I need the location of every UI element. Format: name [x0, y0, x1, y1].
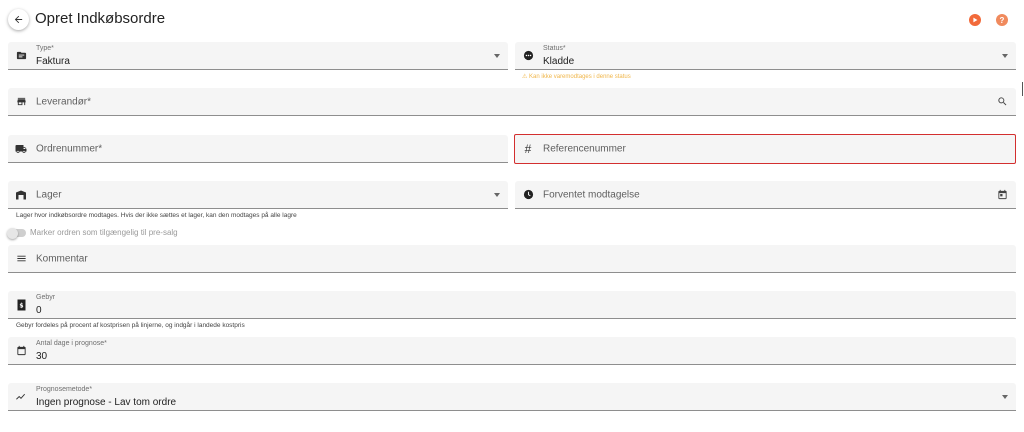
expected-receipt-field[interactable]: Forventet modtagelse — [515, 181, 1016, 209]
arrow-left-icon — [14, 15, 23, 24]
chevron-down-icon — [494, 53, 500, 58]
presale-toggle[interactable] — [7, 227, 26, 239]
warehouse-placeholder: Lager — [36, 189, 62, 200]
order-number-field[interactable]: Ordrenummer* — [8, 135, 508, 163]
dots-circle-icon — [522, 50, 534, 62]
supplier-placeholder: Leverandør* — [36, 96, 92, 107]
warehouse-icon — [15, 189, 27, 201]
calendar-icon — [15, 345, 27, 357]
warehouse-helper: Lager hvor indkøbsordre modtages. Hvis d… — [16, 212, 297, 219]
dollar-doc-icon: $ — [15, 299, 27, 311]
chevron-down-icon — [1002, 394, 1008, 399]
chevron-down-icon — [494, 192, 500, 197]
hash-glyph: # — [524, 142, 532, 156]
fee-label: Gebyr — [36, 294, 56, 301]
status-value: Kladde — [543, 56, 575, 67]
trend-icon — [15, 391, 27, 403]
supplier-field[interactable]: Leverandør* — [8, 88, 1016, 116]
truck-icon — [15, 143, 27, 155]
toggle-knob — [7, 227, 18, 239]
forecast-days-field[interactable]: Antal dage i prognose* 30 — [8, 337, 1016, 365]
status-label: Status* — [543, 45, 566, 52]
hash-icon: # — [522, 142, 534, 156]
fee-value: 0 — [36, 305, 42, 316]
help-icon[interactable]: ? — [996, 14, 1008, 26]
receipt-icon — [15, 50, 27, 62]
type-label: Type* — [36, 45, 54, 52]
warehouse-select[interactable]: Lager — [8, 181, 508, 209]
reference-number-placeholder: Referencenummer — [543, 143, 626, 155]
page-title: Opret Indkøbsordre — [35, 10, 166, 27]
play-icon[interactable] — [969, 14, 981, 26]
search-icon[interactable] — [996, 96, 1008, 108]
page-header: Opret Indkøbsordre ? — [0, 0, 1024, 40]
reference-number-field[interactable]: # Referencenummer — [514, 134, 1016, 164]
type-select[interactable]: Type* Faktura — [8, 42, 508, 70]
forecast-days-value: 30 — [36, 351, 48, 362]
clock-icon — [522, 189, 534, 201]
forecast-method-label: Prognosemetode* — [36, 386, 93, 393]
store-icon — [15, 96, 27, 108]
list-icon — [15, 253, 27, 265]
status-warning: ⚠ Kan ikke varemodtages i denne status — [522, 74, 631, 80]
chevron-down-icon — [1002, 53, 1008, 58]
forecast-method-value: Ingen prognose - Lav tom ordre — [36, 397, 177, 408]
fee-field[interactable]: $ Gebyr 0 — [8, 291, 1016, 319]
forecast-method-select[interactable]: Prognosemetode* Ingen prognose - Lav tom… — [8, 383, 1016, 411]
scrollbar-edge — [1022, 82, 1023, 96]
fee-helper: Gebyr fordeles på procent af kostprisen … — [16, 322, 245, 329]
presale-toggle-label: Marker ordren som tilgængelig til pre-sa… — [30, 228, 178, 237]
calendar-icon[interactable] — [996, 189, 1008, 201]
expected-receipt-placeholder: Forventet modtagelse — [543, 189, 640, 200]
comment-field[interactable]: Kommentar — [8, 245, 1016, 273]
type-value: Faktura — [36, 56, 70, 67]
order-number-placeholder: Ordrenummer* — [36, 143, 103, 154]
back-button[interactable] — [8, 9, 29, 30]
svg-text:$: $ — [19, 302, 23, 309]
help-glyph: ? — [999, 15, 1005, 25]
forecast-days-label: Antal dage i prognose* — [36, 340, 107, 347]
comment-placeholder: Kommentar — [36, 253, 88, 264]
status-select[interactable]: Status* Kladde — [515, 42, 1016, 70]
